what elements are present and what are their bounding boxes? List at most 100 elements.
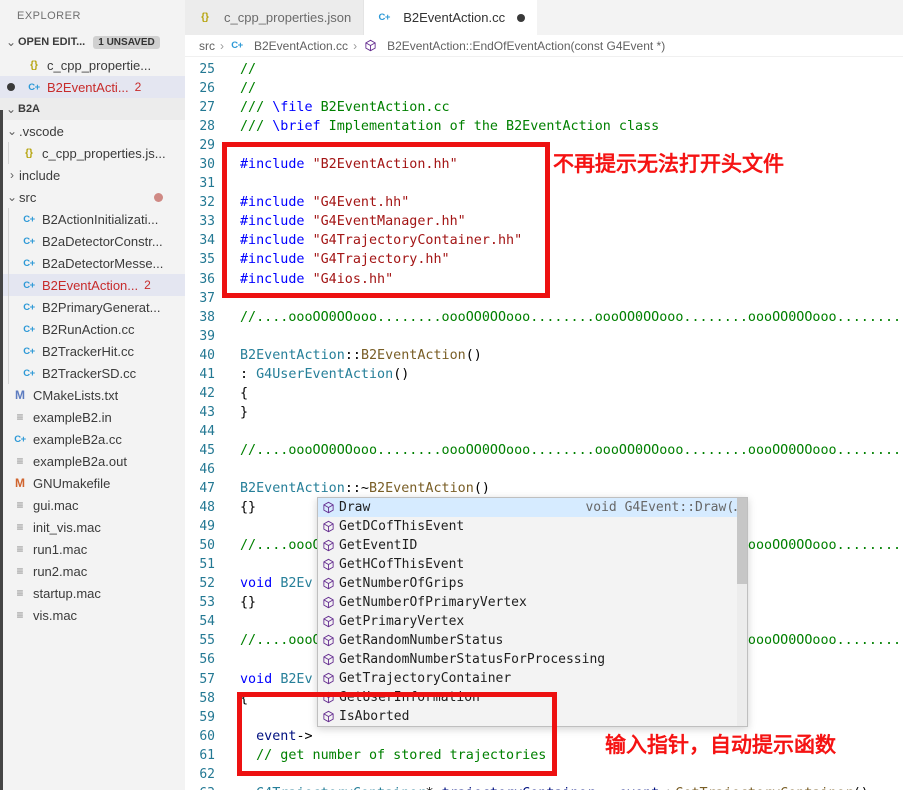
tree-item-exampleb2a-out[interactable]: ≡ exampleB2a.out [0, 450, 185, 472]
code-line-62[interactable]: 62 [185, 765, 903, 784]
code-line-39[interactable]: 39 [185, 327, 903, 346]
popup-scrollbar-thumb[interactable] [737, 498, 747, 584]
line-number[interactable]: 37 [185, 289, 215, 308]
code-line-31[interactable]: 31 [185, 174, 903, 193]
suggest-item-isaborted[interactable]: IsAborted [318, 707, 747, 726]
tree-item-startup-mac[interactable]: ≡ startup.mac [0, 582, 185, 604]
code-line-26[interactable]: 26 // [185, 79, 903, 98]
line-number[interactable]: 50 [185, 536, 215, 555]
line-number[interactable]: 48 [185, 498, 215, 517]
suggest-item-gethcofthisevent[interactable]: GetHCofThisEvent [318, 555, 747, 574]
line-number[interactable]: 34 [185, 231, 215, 250]
line-number[interactable]: 32 [185, 193, 215, 212]
code-line-32[interactable]: 32 #include "G4Event.hh" [185, 193, 903, 212]
tree-item-init-vis-mac[interactable]: ≡ init_vis.mac [0, 516, 185, 538]
tree-item-run1-mac[interactable]: ≡ run1.mac [0, 538, 185, 560]
open-editor-item-c-cpp-properties[interactable]: {} c_cpp_propertie... [0, 54, 185, 76]
tree-item-gui-mac[interactable]: ≡ gui.mac [0, 494, 185, 516]
tree-item-b2eventaction[interactable]: C+ B2EventAction... 2 [0, 274, 185, 296]
tree-item-b2runaction-cc[interactable]: C+ B2RunAction.cc [0, 318, 185, 340]
tree-item-include[interactable]: › include [0, 164, 185, 186]
line-number[interactable]: 43 [185, 403, 215, 422]
suggest-item-geteventid[interactable]: GetEventID [318, 536, 747, 555]
code-line-28[interactable]: 28 /// \brief Implementation of the B2Eve… [185, 117, 903, 136]
code-line-41[interactable]: 41: G4UserEventAction() [185, 365, 903, 384]
line-number[interactable]: 53 [185, 593, 215, 612]
line-number[interactable]: 59 [185, 708, 215, 727]
line-number[interactable]: 30 [185, 155, 215, 174]
line-number[interactable]: 31 [185, 174, 215, 193]
tree-item-b2adetectormesse[interactable]: C+ B2aDetectorMesse... [0, 252, 185, 274]
suggest-item-getuserinformation[interactable]: GetUserInformation [318, 688, 747, 707]
code-line-27[interactable]: 27 /// \file B2EventAction.cc [185, 98, 903, 117]
line-number[interactable]: 56 [185, 650, 215, 669]
code-line-29[interactable]: 29 [185, 136, 903, 155]
workspace-section-header[interactable]: ⌄ B2A [0, 98, 185, 120]
tree-item-b2actioninitializati[interactable]: C+ B2ActionInitializati... [0, 208, 185, 230]
line-number[interactable]: 40 [185, 346, 215, 365]
tree-item-b2trackersd-cc[interactable]: C+ B2TrackerSD.cc [0, 362, 185, 384]
line-number[interactable]: 42 [185, 384, 215, 403]
line-number[interactable]: 63 [185, 784, 215, 790]
code-line-38[interactable]: 38 //....oooOO0OOooo........oooOO0OOooo..… [185, 308, 903, 327]
suggest-item-getdcofthisevent[interactable]: GetDCofThisEvent [318, 517, 747, 536]
line-number[interactable]: 39 [185, 327, 215, 346]
breadcrumb-item-src[interactable]: src [199, 39, 215, 53]
tree-item-b2adetectorconstr[interactable]: C+ B2aDetectorConstr... [0, 230, 185, 252]
code-line-44[interactable]: 44 [185, 422, 903, 441]
line-number[interactable]: 54 [185, 612, 215, 631]
tab-c-cpp-properties-json[interactable]: {} c_cpp_properties.json [185, 0, 365, 35]
unsaved-dot-icon[interactable] [517, 13, 526, 22]
tree-item-b2primarygenerat[interactable]: C+ B2PrimaryGenerat... [0, 296, 185, 318]
line-number[interactable]: 62 [185, 765, 215, 784]
tree-item-run2-mac[interactable]: ≡ run2.mac [0, 560, 185, 582]
suggest-item-gettrajectorycontainer[interactable]: GetTrajectoryContainer [318, 669, 747, 688]
suggest-item-getnumberofprimaryvertex[interactable]: GetNumberOfPrimaryVertex [318, 593, 747, 612]
line-number[interactable]: 60 [185, 727, 215, 746]
tree-item-exampleb2-in[interactable]: ≡ exampleB2.in [0, 406, 185, 428]
line-number[interactable]: 25 [185, 60, 215, 79]
line-number[interactable]: 29 [185, 136, 215, 155]
line-number[interactable]: 61 [185, 746, 215, 765]
line-number[interactable]: 28 [185, 117, 215, 136]
breadcrumb-item-symbol[interactable]: B2EventAction::EndOfEventAction(const G4… [362, 39, 665, 53]
tree-item-exampleb2a-cc[interactable]: C+ exampleB2a.cc [0, 428, 185, 450]
code-line-42[interactable]: 42 { [185, 384, 903, 403]
line-number[interactable]: 52 [185, 574, 215, 593]
line-number[interactable]: 44 [185, 422, 215, 441]
tree-item-vscode[interactable]: ⌄ .vscode [0, 120, 185, 142]
tree-item-gnumakefile[interactable]: M GNUmakefile [0, 472, 185, 494]
code-line-47[interactable]: 47 B2EventAction::~B2EventAction() [185, 479, 903, 498]
suggest-item-draw[interactable]: Draw void G4Event::Draw(… [318, 498, 747, 517]
code-line-37[interactable]: 37 [185, 289, 903, 308]
tab-b2eventaction-cc[interactable]: C+ B2EventAction.cc [364, 0, 538, 35]
line-number[interactable]: 33 [185, 212, 215, 231]
code-line-45[interactable]: 45 //....oooOO0OOooo........oooOO0OOooo..… [185, 441, 903, 460]
line-number[interactable]: 36 [185, 270, 215, 289]
line-number[interactable]: 45 [185, 441, 215, 460]
line-number[interactable]: 26 [185, 79, 215, 98]
line-number[interactable]: 47 [185, 479, 215, 498]
popup-scrollbar[interactable] [737, 498, 747, 726]
code-line-43[interactable]: 43} [185, 403, 903, 422]
suggest-item-getnumberofgrips[interactable]: GetNumberOfGrips [318, 574, 747, 593]
line-number[interactable]: 38 [185, 308, 215, 327]
code-line-63[interactable]: 63 G4TrajectoryContainer* trajectoryCont… [185, 784, 903, 790]
code-line-30[interactable]: 30 #include "B2EventAction.hh" [185, 155, 903, 174]
code-line-35[interactable]: 35 #include "G4Trajectory.hh" [185, 250, 903, 269]
line-number[interactable]: 57 [185, 670, 215, 689]
suggest-item-getrandomnumberstatusforprocessing[interactable]: GetRandomNumberStatusForProcessing [318, 650, 747, 669]
code-line-33[interactable]: 33 #include "G4EventManager.hh" [185, 212, 903, 231]
suggest-item-getprimaryvertex[interactable]: GetPrimaryVertex [318, 612, 747, 631]
open-editor-item-b2eventaction[interactable]: C+ B2EventActi... 2 [0, 76, 185, 98]
code-line-46[interactable]: 46 [185, 460, 903, 479]
line-number[interactable]: 41 [185, 365, 215, 384]
code-line-36[interactable]: 36 #include "G4ios.hh" [185, 270, 903, 289]
line-number[interactable]: 35 [185, 250, 215, 269]
breadcrumb-item-file[interactable]: C+ B2EventAction.cc [229, 39, 348, 53]
line-number[interactable]: 46 [185, 460, 215, 479]
code-line-34[interactable]: 34 #include "G4TrajectoryContainer.hh" [185, 231, 903, 250]
tree-item-b2trackerhit-cc[interactable]: C+ B2TrackerHit.cc [0, 340, 185, 362]
line-number[interactable]: 27 [185, 98, 215, 117]
tree-item-c-cpp-properties-js[interactable]: {} c_cpp_properties.js... [0, 142, 185, 164]
